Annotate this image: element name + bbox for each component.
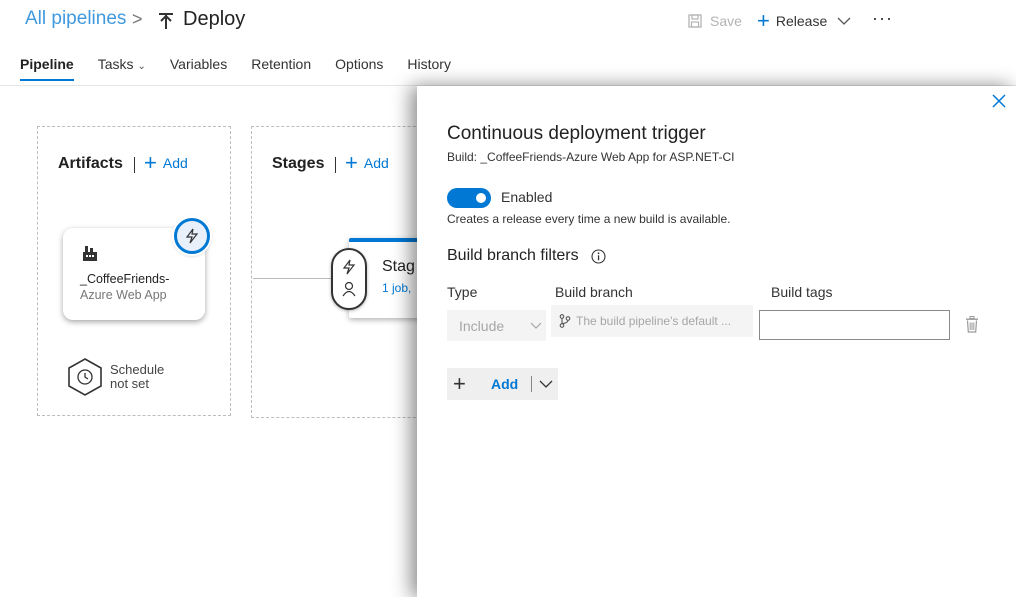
- connector-line: [253, 278, 333, 279]
- schedule-status[interactable]: Schedule not set: [110, 363, 164, 391]
- tab-options[interactable]: Options: [335, 56, 383, 81]
- tab-label: Pipeline: [20, 56, 74, 72]
- divider: [335, 157, 336, 173]
- save-icon: [688, 14, 702, 28]
- schedule-line2: not set: [110, 376, 150, 391]
- column-header-tags: Build tags: [771, 284, 833, 300]
- lightning-icon: [342, 259, 356, 275]
- type-dropdown[interactable]: Include: [447, 310, 546, 341]
- more-actions-button[interactable]: ···: [872, 8, 893, 29]
- tab-bar: Pipeline Tasks ⌄ Variables Retention Opti…: [20, 56, 451, 81]
- column-header-branch: Build branch: [555, 284, 633, 300]
- save-label: Save: [710, 13, 742, 29]
- plus-icon: +: [345, 150, 358, 175]
- tab-variables[interactable]: Variables: [170, 56, 227, 81]
- plus-icon: +: [144, 150, 157, 175]
- divider: [134, 157, 135, 173]
- clock-icon[interactable]: [66, 357, 104, 397]
- plus-icon: +: [757, 8, 770, 33]
- tab-retention[interactable]: Retention: [251, 56, 311, 81]
- panel-subtitle: Build: _CoffeeFriends-Azure Web App for …: [447, 150, 735, 164]
- breadcrumb-separator: >: [132, 9, 143, 29]
- toggle-description: Creates a release every time a new build…: [447, 212, 731, 226]
- branch-placeholder: The build pipeline's default ...: [576, 314, 732, 328]
- artifact-name-line2: Azure Web App: [80, 288, 167, 302]
- tab-label: Tasks: [97, 56, 134, 72]
- enabled-toggle[interactable]: [447, 188, 491, 208]
- info-icon[interactable]: [591, 249, 606, 264]
- page-header: All pipelines > Deploy Save + Release ··…: [0, 0, 1016, 86]
- tab-pipeline[interactable]: Pipeline: [20, 56, 74, 81]
- stage-jobs-link[interactable]: 1 job,: [382, 281, 411, 295]
- tab-tasks[interactable]: Tasks ⌄: [98, 56, 146, 81]
- stage-name[interactable]: Stag: [382, 258, 415, 276]
- tab-label: Retention: [251, 56, 312, 72]
- tab-label: History: [407, 56, 451, 72]
- chevron-down-icon[interactable]: [538, 379, 554, 389]
- close-icon[interactable]: [992, 94, 1006, 108]
- page-title: Deploy: [183, 8, 246, 30]
- breadcrumb-all-pipelines[interactable]: All pipelines: [25, 8, 126, 30]
- chevron-down-icon: [837, 17, 851, 25]
- artifact-name-line1: _CoffeeFriends-: [80, 272, 170, 286]
- save-button[interactable]: Save: [688, 13, 742, 29]
- cd-trigger-button[interactable]: [174, 218, 210, 254]
- lightning-icon: [185, 228, 199, 244]
- type-value: Include: [459, 317, 505, 334]
- release-button[interactable]: + Release: [757, 8, 851, 33]
- release-label: Release: [775, 13, 828, 29]
- add-label: Add: [491, 376, 519, 392]
- tab-label: Variables: [169, 56, 228, 72]
- chevron-down-icon: [530, 322, 542, 329]
- artifact-name: _CoffeeFriends- Azure Web App: [80, 271, 200, 303]
- add-label: Add: [162, 155, 188, 171]
- pre-deployment-conditions[interactable]: [331, 248, 367, 310]
- add-artifact-button[interactable]: + Add: [144, 150, 188, 175]
- panel-title: Continuous deployment trigger: [447, 123, 706, 144]
- toggle-label: Enabled: [501, 189, 553, 205]
- plus-icon: +: [453, 371, 466, 396]
- build-tags-input[interactable]: [759, 310, 950, 340]
- add-stage-button[interactable]: + Add: [345, 150, 389, 175]
- factory-icon: [83, 246, 97, 261]
- column-header-type: Type: [447, 284, 478, 300]
- tab-history[interactable]: History: [407, 56, 451, 81]
- person-icon: [342, 281, 356, 297]
- artifacts-title: Artifacts: [58, 155, 123, 172]
- trash-icon[interactable]: [965, 316, 979, 333]
- chevron-down-icon: ⌄: [137, 61, 146, 72]
- pipeline-deploy-icon: [159, 13, 173, 29]
- stages-title: Stages: [272, 155, 325, 172]
- schedule-line1: Schedule: [110, 362, 165, 377]
- build-branch-field[interactable]: The build pipeline's default ...: [551, 305, 753, 337]
- cd-trigger-panel: Continuous deployment trigger Build: _Co…: [417, 86, 1016, 597]
- branch-icon: [559, 314, 571, 328]
- divider: [531, 376, 533, 392]
- branch-filters-title: Build branch filters: [447, 247, 579, 264]
- add-label: Add: [363, 155, 389, 171]
- tab-label: Options: [335, 56, 384, 72]
- add-filter-button[interactable]: + Add: [447, 368, 558, 400]
